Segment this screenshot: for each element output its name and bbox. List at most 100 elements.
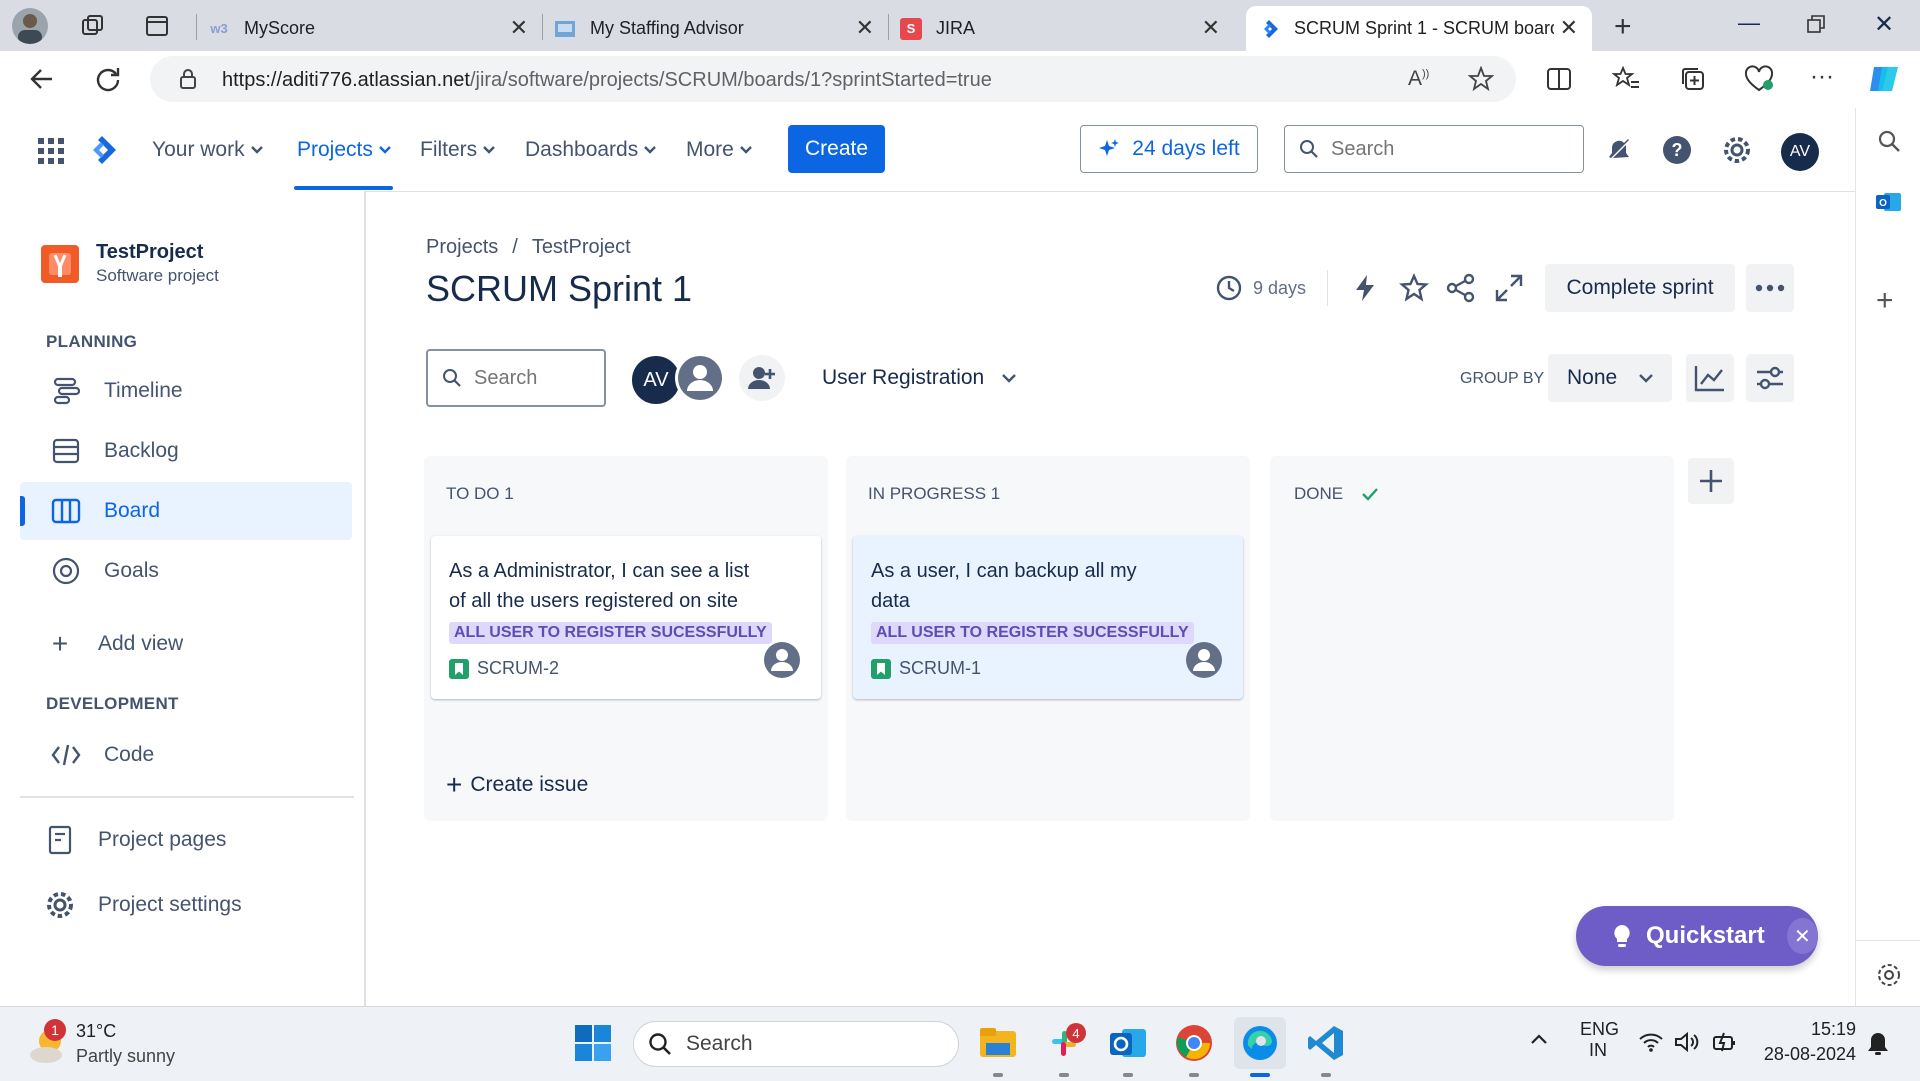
quickstart-button[interactable]: Quickstart ✕: [1576, 906, 1818, 966]
sidebar-item-timeline[interactable]: Timeline: [20, 362, 352, 420]
weather-desc[interactable]: Partly sunny: [76, 1046, 175, 1067]
minimize-icon[interactable]: —: [1738, 10, 1760, 36]
group-by-select[interactable]: None: [1548, 354, 1672, 402]
url-box[interactable]: https://aditi776.atlassian.net/jira/soft…: [150, 56, 1516, 102]
workspaces-icon[interactable]: [80, 13, 106, 39]
nav-dashboards[interactable]: Dashboards: [525, 138, 657, 162]
new-tab-icon[interactable]: +: [1614, 10, 1632, 44]
settings-gear-icon[interactable]: [1722, 135, 1752, 165]
tab-staffing-advisor[interactable]: My Staffing Advisor ✕: [542, 6, 888, 51]
sidebar-item-project-pages[interactable]: Project pages: [20, 811, 352, 869]
edge-taskbar-button[interactable]: [1234, 1017, 1286, 1069]
add-people-icon[interactable]: [739, 355, 785, 401]
create-issue-button[interactable]: + Create issue: [446, 771, 588, 799]
close-tab-icon[interactable]: ✕: [510, 17, 528, 39]
url-text[interactable]: https://aditi776.atlassian.net/jira/soft…: [222, 69, 992, 92]
unassigned-avatar-icon[interactable]: [763, 641, 801, 679]
nav-more[interactable]: More: [686, 138, 752, 162]
lock-icon[interactable]: [178, 68, 198, 90]
settings-more-icon[interactable]: ···: [1810, 63, 1834, 91]
app-switcher-icon[interactable]: [38, 138, 64, 164]
favorite-star-icon[interactable]: [1468, 66, 1494, 92]
vscode-icon[interactable]: [1306, 1023, 1346, 1063]
notifications-bell-icon[interactable]: [1866, 1031, 1890, 1057]
back-icon[interactable]: [28, 65, 56, 93]
more-actions-icon[interactable]: [1746, 264, 1794, 312]
sidebar-item-board[interactable]: Board: [20, 482, 352, 540]
tab-jira[interactable]: S JIRA ✕: [888, 6, 1234, 51]
windows-start-icon[interactable]: [575, 1025, 611, 1061]
outlook-icon[interactable]: [1108, 1023, 1148, 1063]
global-search[interactable]: [1284, 125, 1584, 173]
issue-card[interactable]: As a Administrator, I can see a list of …: [431, 536, 821, 699]
sidebar-item-project-settings[interactable]: Project settings: [20, 876, 352, 934]
sprint-time-remaining[interactable]: 9 days: [1215, 274, 1306, 302]
breadcrumb-project-link[interactable]: TestProject: [532, 236, 631, 259]
issue-card[interactable]: As a user, I can backup all my data ALL …: [853, 536, 1243, 699]
global-search-input[interactable]: [1329, 136, 1553, 162]
language-indicator[interactable]: ENG IN: [1580, 1019, 1619, 1061]
tab-scrum-board[interactable]: SCRUM Sprint 1 - SCRUM board ✕: [1246, 6, 1592, 51]
split-screen-icon[interactable]: [1546, 66, 1572, 92]
add-column-plus-icon[interactable]: [1688, 458, 1734, 504]
weather-temp[interactable]: 31°C: [76, 1021, 116, 1042]
sidebar-item-label: Add view: [98, 632, 184, 655]
sidebar-add-view[interactable]: + Add view: [20, 615, 352, 673]
jira-logo-icon[interactable]: [86, 134, 118, 166]
restore-icon[interactable]: [1806, 14, 1826, 34]
nav-your-work[interactable]: Your work: [152, 138, 263, 162]
trial-days-left-button[interactable]: 24 days left: [1080, 125, 1258, 173]
battery-charging-icon[interactable]: [1712, 1031, 1738, 1053]
close-icon[interactable]: ✕: [1786, 918, 1818, 954]
taskbar-search[interactable]: Search: [633, 1021, 959, 1067]
profile-avatar[interactable]: [12, 8, 48, 44]
project-name[interactable]: TestProject: [96, 241, 203, 264]
epic-filter-dropdown[interactable]: User Registration: [822, 366, 1017, 390]
tab-actions-icon[interactable]: [144, 13, 170, 39]
nav-filters[interactable]: Filters: [420, 138, 496, 162]
sidebar-item-backlog[interactable]: Backlog: [20, 422, 352, 480]
close-tab-icon[interactable]: ✕: [1202, 17, 1220, 39]
automation-lightning-icon[interactable]: [1352, 273, 1378, 303]
read-aloud-icon[interactable]: A)): [1408, 67, 1429, 91]
user-avatar[interactable]: AV: [1781, 133, 1819, 171]
file-explorer-icon[interactable]: [978, 1023, 1018, 1063]
outlook-icon[interactable]: O: [1874, 188, 1902, 216]
sidebar-item-code[interactable]: Code: [20, 726, 352, 784]
search-icon[interactable]: [1876, 128, 1902, 154]
volume-icon[interactable]: [1674, 1031, 1700, 1053]
nav-projects[interactable]: Projects: [297, 138, 391, 162]
breadcrumb-projects-link[interactable]: Projects: [426, 236, 498, 259]
complete-sprint-button[interactable]: Complete sprint: [1545, 264, 1735, 312]
view-settings-sliders-icon[interactable]: [1746, 354, 1794, 402]
copilot-icon[interactable]: [1868, 63, 1902, 95]
add-sidebar-app-icon[interactable]: +: [1876, 284, 1894, 318]
close-tab-icon[interactable]: ✕: [856, 17, 874, 39]
column-header: IN PROGRESS 1: [868, 484, 1000, 504]
collections-icon[interactable]: [1680, 66, 1706, 92]
chrome-icon[interactable]: [1174, 1023, 1214, 1063]
favorites-icon[interactable]: [1612, 66, 1640, 92]
unassigned-avatar-icon[interactable]: [1185, 641, 1223, 679]
project-avatar-icon[interactable]: [41, 245, 79, 283]
board-search[interactable]: [426, 349, 606, 407]
create-button[interactable]: Create: [788, 125, 885, 173]
sidebar-item-goals[interactable]: Goals: [20, 542, 352, 600]
tab-myscore[interactable]: w3 MyScore ✕: [196, 6, 542, 51]
board-search-input[interactable]: [472, 365, 596, 391]
star-icon[interactable]: [1399, 273, 1429, 303]
help-icon[interactable]: ?: [1662, 135, 1692, 165]
close-window-icon[interactable]: ✕: [1874, 10, 1894, 39]
fullscreen-expand-icon[interactable]: [1494, 273, 1524, 303]
sidebar-settings-icon[interactable]: [1876, 962, 1902, 988]
insights-chart-icon[interactable]: [1686, 354, 1734, 402]
show-hidden-icons-chevron-up-icon[interactable]: [1530, 1033, 1548, 1045]
share-icon[interactable]: [1446, 273, 1476, 303]
wifi-icon[interactable]: [1638, 1031, 1664, 1053]
clock[interactable]: 15:19 28-08-2024: [1760, 1019, 1856, 1065]
close-tab-icon[interactable]: ✕: [1560, 17, 1578, 39]
notifications-bell-icon[interactable]: [1604, 136, 1632, 164]
browser-essentials-icon[interactable]: [1744, 65, 1774, 93]
refresh-icon[interactable]: [94, 65, 122, 93]
unassigned-filter-avatar[interactable]: [675, 353, 725, 403]
